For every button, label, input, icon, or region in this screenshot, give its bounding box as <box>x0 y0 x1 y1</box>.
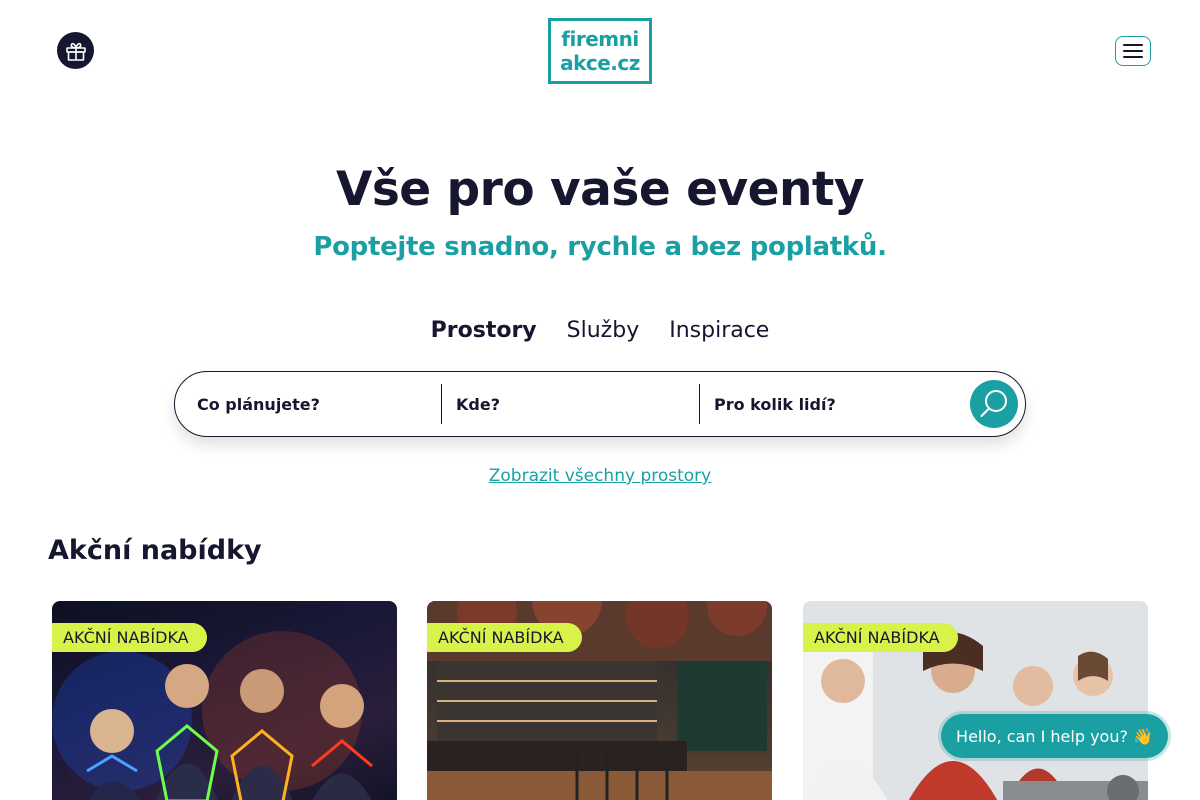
offer-card[interactable]: AKČNÍ NABÍDKA <box>803 601 1148 800</box>
people-field[interactable]: Pro kolik lidí? <box>699 384 949 424</box>
hamburger-menu-icon <box>1123 44 1143 46</box>
gift-icon <box>65 42 86 61</box>
logo-line-2: akce.cz <box>560 51 640 75</box>
search-button[interactable] <box>970 380 1018 428</box>
search-bar: Co plánujete? Kde? Pro kolik lidí? <box>174 371 1026 437</box>
search-tabs: Prostory Služby Inspirace <box>0 318 1200 343</box>
offer-badge: AKČNÍ NABÍDKA <box>52 623 207 652</box>
where-field[interactable]: Kde? <box>441 384 699 424</box>
logo-line-1: firemni <box>561 27 639 51</box>
what-field[interactable]: Co plánujete? <box>175 384 441 424</box>
offer-badge: AKČNÍ NABÍDKA <box>803 623 958 652</box>
offers-section-title: Akční nabídky <box>48 535 262 566</box>
search-icon <box>980 390 1007 417</box>
hero-subtitle: Poptejte snadno, rychle a bez poplatků. <box>313 232 887 262</box>
offer-badge: AKČNÍ NABÍDKA <box>427 623 582 652</box>
menu-button[interactable] <box>1115 36 1151 66</box>
site-logo[interactable]: firemni akce.cz <box>548 18 652 84</box>
hero-title: Vše pro vaše eventy <box>335 162 865 217</box>
offer-card[interactable]: AKČNÍ NABÍDKA <box>52 601 397 800</box>
tab-inspirace[interactable]: Inspirace <box>669 318 769 343</box>
tab-prostory[interactable]: Prostory <box>431 318 537 343</box>
tab-sluzby[interactable]: Služby <box>567 318 640 343</box>
gift-button[interactable] <box>57 32 94 69</box>
chat-widget-button[interactable]: Hello, can I help you? 👋 <box>941 714 1168 758</box>
show-all-venues-link[interactable]: Zobrazit všechny prostory <box>0 466 1200 486</box>
offer-card[interactable]: AKČNÍ NABÍDKA <box>427 601 772 800</box>
